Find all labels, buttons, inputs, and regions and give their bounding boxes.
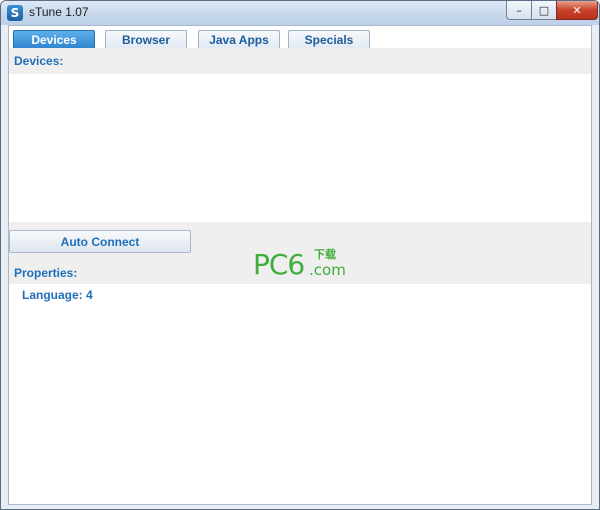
window-title: sTune 1.07: [29, 5, 89, 19]
property-language: Language: 4: [22, 288, 93, 302]
devices-list[interactable]: [9, 74, 591, 222]
auto-connect-button[interactable]: Auto Connect: [9, 230, 191, 253]
watermark-cn: 下载: [314, 248, 336, 261]
maximize-button[interactable]: □: [531, 1, 557, 20]
devices-heading: Devices:: [9, 48, 591, 74]
client-area: Devices Browser Java Apps Specials Devic…: [8, 25, 592, 505]
tab-browser[interactable]: Browser: [105, 30, 187, 48]
watermark-suffix: .com: [309, 261, 346, 279]
app-icon: S: [7, 5, 23, 21]
close-button[interactable]: ✕: [556, 1, 598, 20]
title-bar[interactable]: S sTune 1.07 – □ ✕: [1, 1, 599, 25]
tab-specials[interactable]: Specials: [288, 30, 370, 48]
watermark-main: PC6: [253, 248, 305, 281]
properties-heading: Properties:: [14, 266, 78, 280]
tab-java-apps[interactable]: Java Apps: [198, 30, 280, 48]
tab-bar: Devices Browser Java Apps Specials: [9, 26, 591, 48]
app-window: S sTune 1.07 – □ ✕ Devices Browser Java …: [0, 0, 600, 510]
tab-devices[interactable]: Devices: [13, 30, 95, 48]
minimize-button[interactable]: –: [506, 1, 532, 20]
pc6-watermark-logo: PC6 下载 .com: [253, 246, 363, 281]
properties-panel: [9, 284, 591, 504]
